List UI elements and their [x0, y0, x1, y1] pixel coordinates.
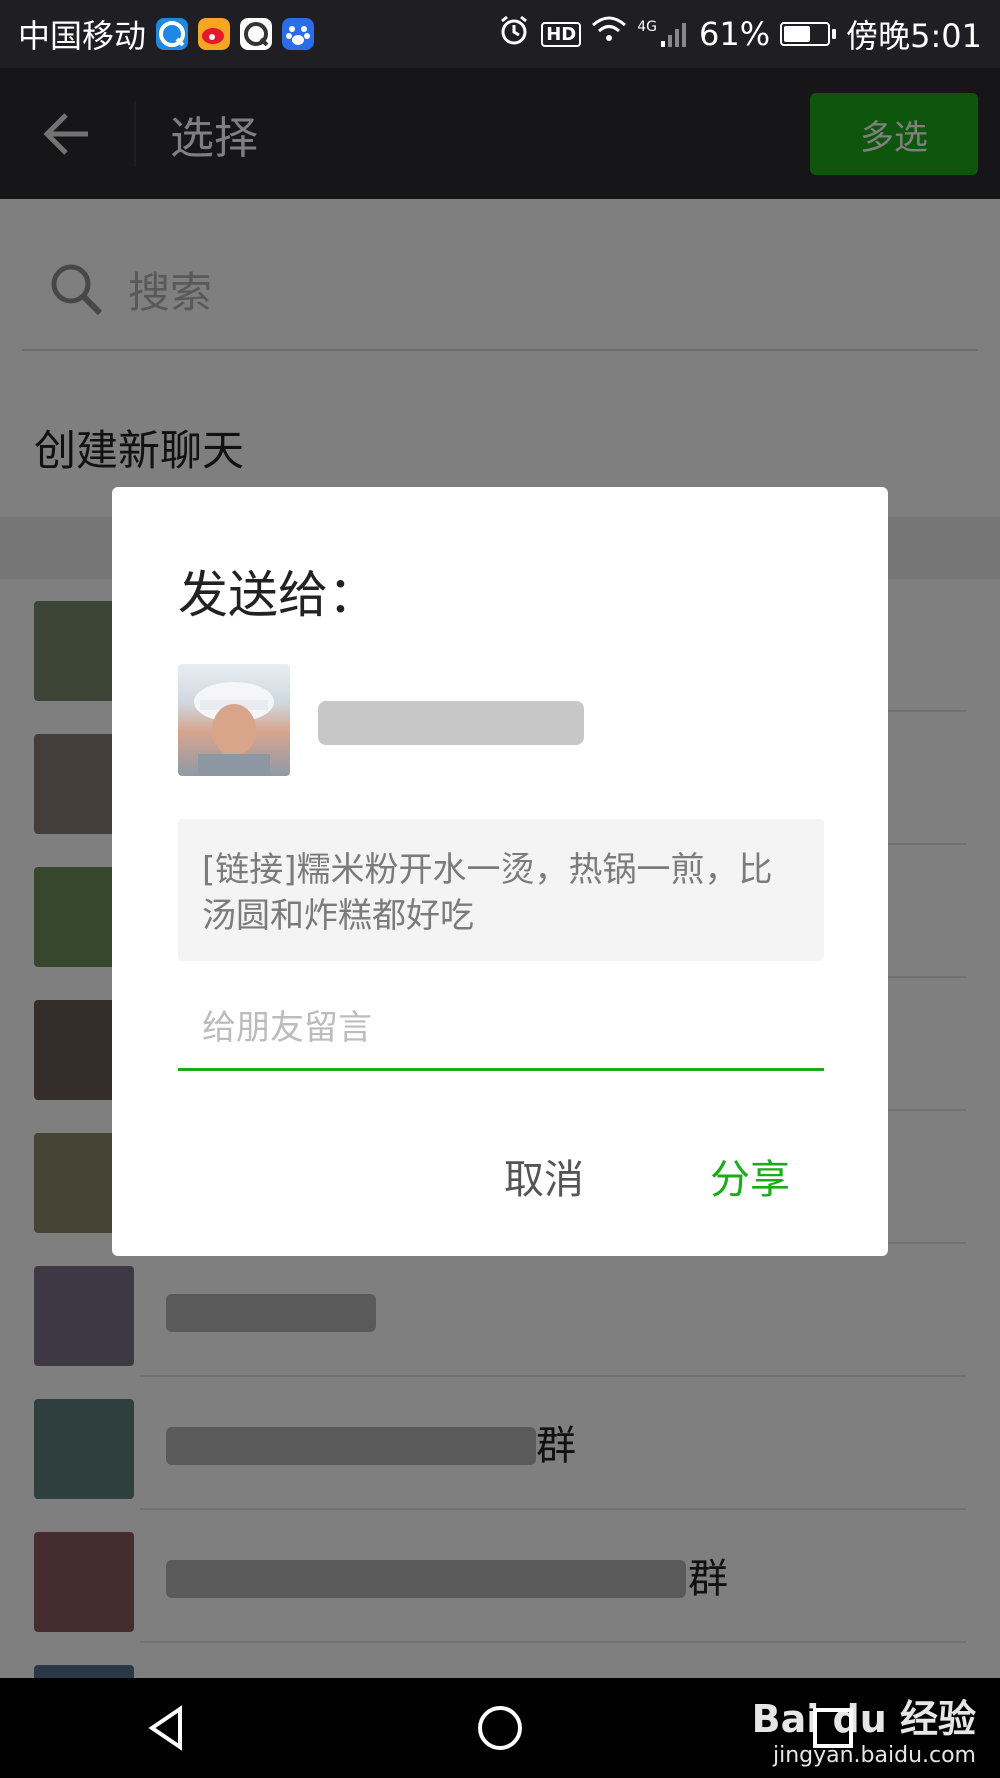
watermark-main: Bai du 经验	[751, 1697, 976, 1741]
alarm-icon	[497, 13, 531, 55]
share-dialog: 发送给： [链接]糯米粉开水一烫，热锅一煎，比汤圆和炸糕都好吃 取消 分享	[112, 487, 888, 1256]
signal-icon: 4G	[637, 19, 689, 49]
recipient-avatar	[178, 664, 290, 776]
baidu-jingyan-watermark: Bai du 经验 jingyan.baidu.com	[752, 1688, 976, 1768]
cancel-button[interactable]: 取消	[504, 1147, 584, 1205]
triangle-back-icon	[148, 1705, 182, 1751]
shared-link-preview: [链接]糯米粉开水一烫，热锅一煎，比汤圆和炸糕都好吃	[178, 819, 824, 961]
status-bar: 中国移动 HD 4G 61% 傍晚5:01	[0, 0, 1000, 68]
dialog-title: 发送给：	[178, 566, 378, 624]
qq-browser-icon	[156, 18, 189, 50]
watermark-sub: jingyan.baidu.com	[772, 1743, 976, 1768]
carrier-label: 中国移动	[18, 17, 147, 55]
recipient-name-blurred	[318, 701, 584, 745]
battery-percent: 61%	[699, 15, 771, 53]
baidu-icon	[282, 18, 315, 50]
network-label: 4G	[637, 19, 657, 35]
nav-home-button[interactable]	[440, 1678, 560, 1778]
nav-back-button[interactable]	[107, 1678, 227, 1778]
clock-time: 傍晚5:01	[846, 17, 982, 55]
message-input[interactable]	[178, 987, 824, 1071]
battery-icon	[780, 22, 837, 46]
hd-icon: HD	[541, 21, 582, 47]
qq-icon	[240, 18, 273, 50]
weibo-icon	[198, 18, 231, 50]
circle-home-icon	[477, 1706, 522, 1750]
wifi-icon	[591, 15, 627, 53]
share-button[interactable]: 分享	[710, 1147, 790, 1205]
